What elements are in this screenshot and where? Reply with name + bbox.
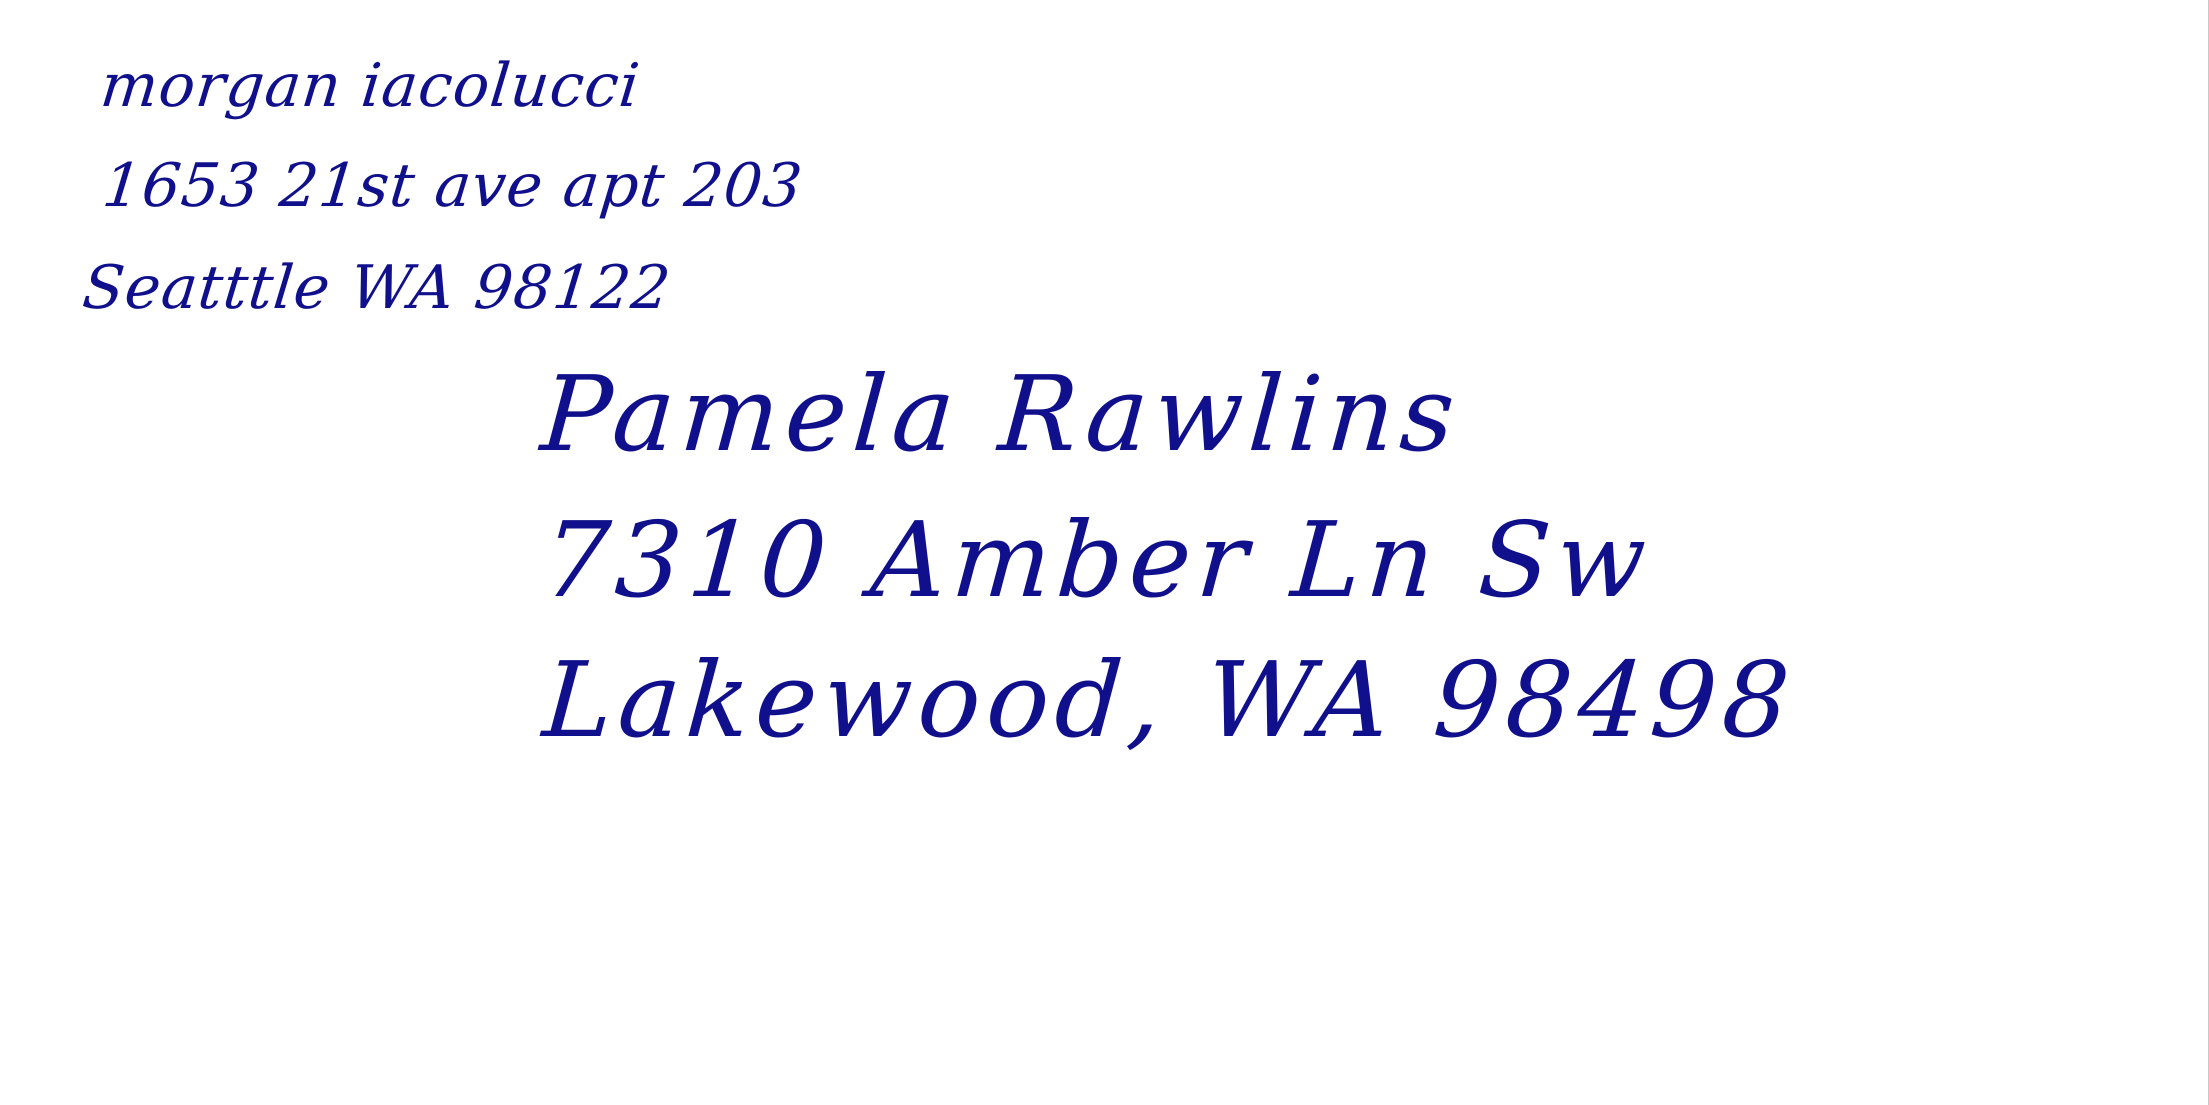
return-address-name: morgan iacolucci: [97, 51, 644, 121]
recipient-name: Pamela Rawlins: [537, 353, 1465, 475]
envelope: morgan iacolucci 1653 21st ave apt 203 S…: [0, 0, 2209, 1105]
recipient-city-state-zip: Lakewood, WA 98498: [539, 639, 1800, 761]
recipient-street: 7310 Amber Ln Sw: [539, 499, 1656, 621]
return-address-city-state-zip: Seatttle WA 98122: [79, 253, 675, 323]
return-address-street: 1653 21st ave apt 203: [99, 151, 807, 221]
